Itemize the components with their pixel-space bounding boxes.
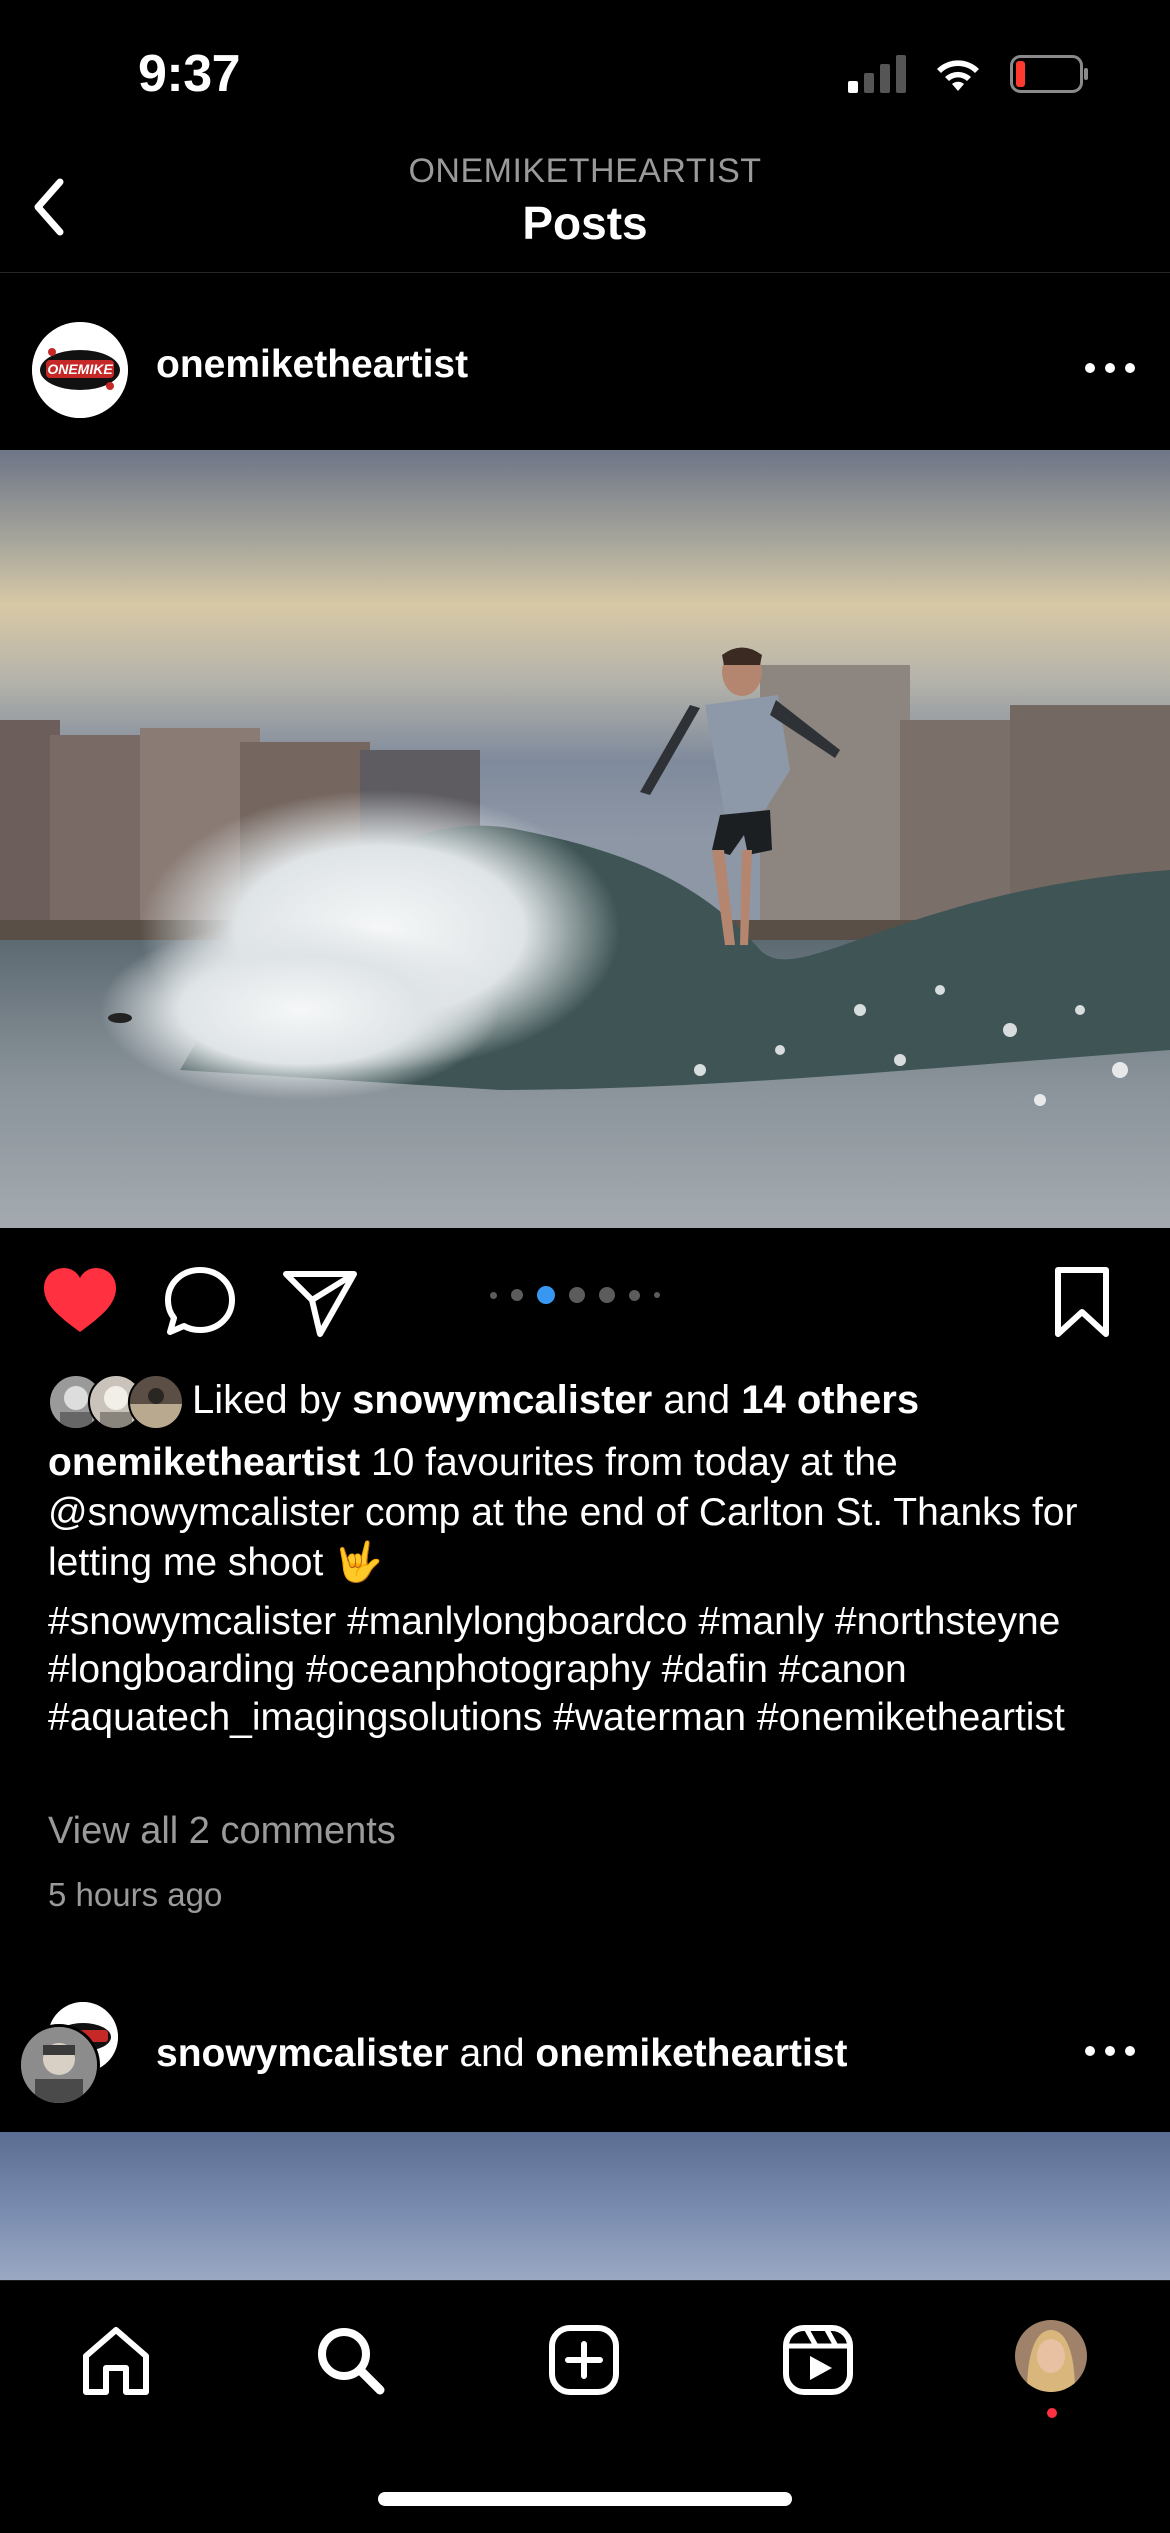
reels-icon[interactable] — [780, 2322, 856, 2398]
surfer-photo-image — [0, 450, 1170, 1228]
status-time: 9:37 — [138, 45, 241, 103]
collab-user-1[interactable]: snowymcalister — [156, 2032, 449, 2075]
carousel-dot — [629, 1289, 640, 1301]
home-indicator[interactable] — [378, 2492, 792, 2506]
save-bookmark-icon[interactable] — [1052, 1262, 1112, 1342]
likes-summary[interactable]: Liked by snowymcalister and 14 others — [192, 1378, 919, 1423]
collab-user-2[interactable]: onemiketheartist — [535, 2032, 847, 2075]
post-author-avatar[interactable]: ONEMIKE — [32, 322, 128, 418]
wifi-icon — [937, 60, 979, 91]
collab-avatar-primary[interactable] — [18, 2024, 100, 2106]
carousel-dot — [490, 1291, 497, 1299]
battery-low-icon — [1010, 55, 1088, 93]
carousel-dot — [511, 1289, 523, 1301]
next-post-photo[interactable] — [0, 2132, 1170, 2280]
header-divider — [0, 272, 1170, 273]
liked-by-prefix: Liked by — [192, 1378, 341, 1422]
post-timestamp: 5 hours ago — [48, 1876, 223, 1913]
header-title: Posts — [522, 197, 648, 249]
next-post-collab-users[interactable]: snowymcalister and onemiketheartist — [156, 2032, 848, 2076]
caption-username[interactable]: onemiketheartist — [48, 1441, 360, 1484]
liker-username[interactable]: snowymcalister — [352, 1378, 652, 1422]
post-caption: onemiketheartist 10 favourites from toda… — [48, 1438, 1128, 1588]
carousel-indicator — [490, 1286, 660, 1304]
more-options-icon[interactable] — [1080, 356, 1140, 380]
carousel-dot — [599, 1287, 615, 1303]
carousel-dot — [569, 1287, 585, 1303]
liker-avatar — [128, 1374, 184, 1430]
carousel-dot — [654, 1292, 660, 1298]
cellular-signal-icon — [848, 55, 906, 93]
search-icon[interactable] — [312, 2322, 388, 2398]
like-heart-icon[interactable] — [40, 1262, 120, 1342]
view-all-comments-link[interactable]: View all 2 comments — [48, 1810, 396, 1853]
create-post-icon[interactable] — [546, 2322, 622, 2398]
comment-bubble-icon[interactable] — [162, 1262, 238, 1342]
header-account-name: ONEMIKETHEARTIST — [408, 152, 762, 190]
liked-by-avatars[interactable] — [48, 1374, 184, 1430]
next-post-more-options-icon[interactable] — [1080, 2039, 1140, 2063]
share-paper-plane-icon[interactable] — [280, 1262, 360, 1342]
svg-text:ONEMIKE: ONEMIKE — [47, 361, 113, 377]
author-logo-image: ONEMIKE — [32, 322, 128, 418]
likes-connector: and — [663, 1378, 731, 1422]
post-author-username[interactable]: onemiketheartist — [156, 343, 468, 387]
carousel-dot-active — [537, 1286, 555, 1304]
status-icons — [848, 55, 1090, 93]
profile-tab-avatar[interactable] — [1015, 2320, 1087, 2392]
home-icon[interactable] — [78, 2322, 154, 2398]
collab-connector: and — [459, 2032, 525, 2075]
likes-others-count[interactable]: 14 others — [741, 1378, 919, 1422]
post-hashtags[interactable]: #snowymcalister #manlylongboardco #manly… — [48, 1598, 1128, 1742]
post-photo[interactable] — [0, 450, 1170, 1228]
profile-notification-dot — [1047, 2408, 1057, 2418]
